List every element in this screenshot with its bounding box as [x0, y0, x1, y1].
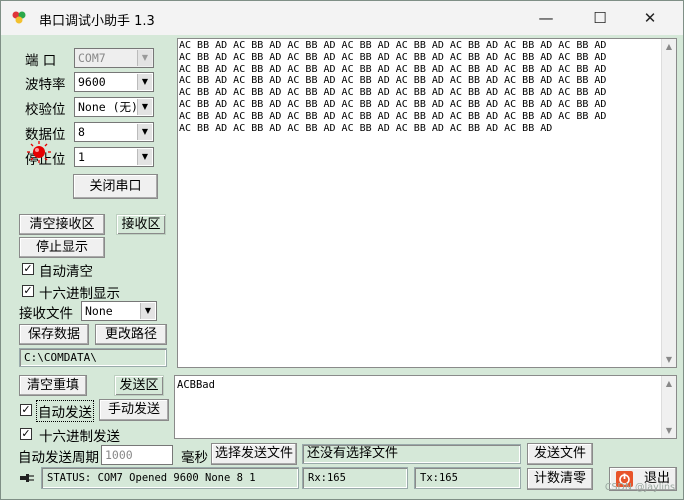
parity-label: 校验位	[25, 102, 66, 118]
databits-select[interactable]: 8 ▼	[74, 122, 154, 142]
close-window-button[interactable]: ✕	[627, 1, 673, 35]
send-file-status: 还没有选择文件	[302, 444, 521, 464]
send-scrollbar[interactable]: ▲ ▼	[661, 376, 676, 438]
scroll-down-icon[interactable]: ▼	[662, 352, 676, 367]
close-port-button[interactable]: 关闭串口	[73, 174, 158, 199]
send-textarea[interactable]: ACBBad ▲ ▼	[174, 375, 677, 439]
receive-area-label: 接收区	[116, 214, 166, 235]
choose-send-file-button[interactable]: 选择发送文件	[211, 443, 297, 465]
receive-scrollbar[interactable]: ▲ ▼	[661, 39, 676, 367]
maximize-button[interactable]: ☐	[577, 1, 623, 35]
baud-value: 9600	[78, 75, 106, 89]
send-file-button[interactable]: 发送文件	[527, 443, 593, 465]
chevron-down-icon: ▼	[137, 149, 152, 165]
port-select[interactable]: COM7 ▼	[74, 48, 154, 68]
ms-label: 毫秒	[181, 450, 208, 466]
send-period-label: 自动发送周期	[18, 450, 99, 466]
parity-value: None (无)	[78, 100, 138, 114]
clear-send-button[interactable]: 清空重填	[19, 375, 87, 396]
baud-select[interactable]: 9600 ▼	[74, 72, 154, 92]
databits-value: 8	[78, 125, 85, 139]
change-path-button[interactable]: 更改路径	[95, 324, 167, 345]
scroll-up-icon[interactable]: ▲	[662, 376, 676, 391]
parity-select[interactable]: None (无) ▼	[74, 97, 154, 117]
receive-content: AC BB AD AC BB AD AC BB AD AC BB AD AC B…	[179, 40, 607, 134]
receive-file-value: None	[85, 304, 113, 318]
save-path-field: C:\COMDATA\	[19, 348, 167, 367]
port-label: 端 口	[25, 53, 57, 69]
chevron-down-icon: ▼	[140, 303, 155, 319]
chevron-down-icon: ▼	[137, 99, 152, 115]
watermark-text: CSDN @Jaylins	[604, 482, 675, 493]
stopbits-select[interactable]: 1 ▼	[74, 147, 154, 167]
hex-display-checkbox[interactable]: ✓	[22, 285, 34, 297]
chevron-down-icon: ▼	[137, 124, 152, 140]
save-data-button[interactable]: 保存数据	[19, 324, 89, 345]
window-title: 串口调试小助手 1.3	[39, 14, 155, 29]
status-text: STATUS: COM7 Opened 9600 None 8 1	[41, 467, 299, 489]
serial-plug-icon	[20, 474, 34, 482]
manual-send-button[interactable]: 手动发送	[99, 399, 169, 421]
app-window: 串口调试小助手 1.3 — ☐ ✕ 端 口 COM7 ▼ 波特率 9600 ▼ …	[0, 0, 684, 500]
chevron-down-icon: ▼	[137, 74, 152, 90]
scroll-up-icon[interactable]: ▲	[662, 39, 676, 54]
app-logo-icon	[12, 11, 26, 24]
receive-file-select[interactable]: None ▼	[81, 301, 157, 321]
minimize-button[interactable]: —	[523, 1, 569, 35]
chevron-down-icon: ▼	[137, 50, 152, 66]
clear-receive-button[interactable]: 清空接收区	[19, 214, 105, 235]
baud-label: 波特率	[25, 77, 66, 93]
scroll-down-icon[interactable]: ▼	[662, 423, 676, 438]
port-status-led-icon	[27, 141, 51, 163]
hex-send-checkbox[interactable]: ✓	[20, 428, 32, 440]
auto-clear-label: 自动清空	[39, 264, 93, 280]
receive-file-label: 接收文件	[19, 306, 73, 322]
port-value: COM7	[78, 51, 106, 65]
auto-clear-checkbox[interactable]: ✓	[22, 263, 34, 275]
stop-display-button[interactable]: 停止显示	[19, 237, 105, 258]
tx-count: Tx:165	[414, 467, 521, 489]
send-period-input[interactable]: 1000	[101, 445, 173, 465]
reset-count-button[interactable]: 计数清零	[527, 468, 593, 490]
receive-textarea[interactable]: AC BB AD AC BB AD AC BB AD AC BB AD AC B…	[177, 38, 677, 368]
title-bar[interactable]: 串口调试小助手 1.3 — ☐ ✕	[1, 1, 683, 35]
stopbits-value: 1	[78, 150, 85, 164]
auto-send-checkbox[interactable]: ✓	[20, 404, 32, 416]
send-area-label: 发送区	[114, 375, 164, 396]
send-content: ACBBad	[177, 379, 215, 391]
auto-send-label: 自动发送	[36, 400, 94, 422]
hex-display-label: 十六进制显示	[39, 286, 120, 302]
rx-count: Rx:165	[302, 467, 408, 489]
hex-send-label: 十六进制发送	[39, 429, 120, 445]
